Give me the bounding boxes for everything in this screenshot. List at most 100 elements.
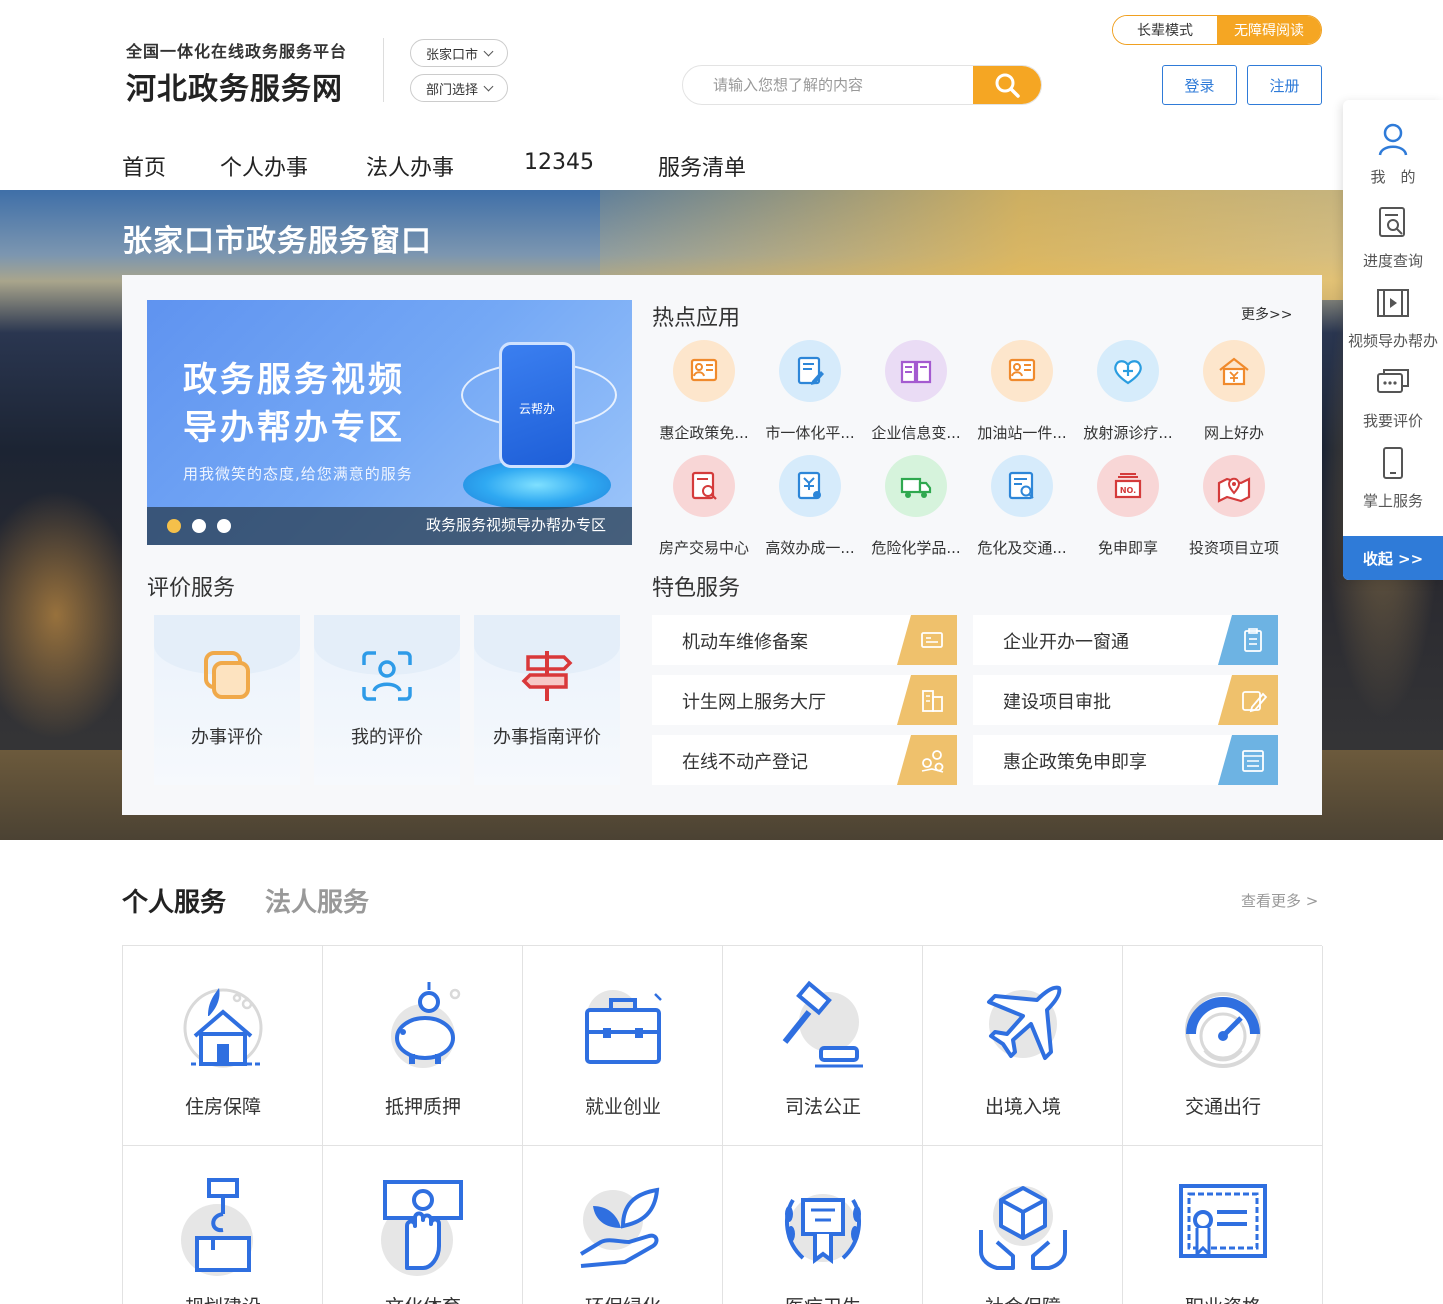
chevron-down-icon [483, 81, 494, 91]
eval-card-label: 办事评价 [191, 727, 263, 748]
eval-card-mine[interactable]: 我的评价 [314, 615, 460, 785]
carousel-headline-2: 导办帮办专区 [183, 408, 405, 448]
search-button[interactable] [973, 66, 1041, 104]
service-category-tile[interactable]: 交通出行 [1123, 946, 1323, 1146]
search-input[interactable] [683, 66, 973, 104]
list-doc-icon [1218, 735, 1278, 785]
service-category-tile[interactable]: 司法公正 [723, 946, 923, 1146]
hot-app-item[interactable]: 加油站一件... [970, 340, 1074, 443]
pen-edit-icon [1218, 675, 1278, 725]
nav-item-service-list[interactable]: 服务清单 [658, 150, 746, 182]
nav-item-home[interactable]: 首页 [122, 150, 220, 182]
service-category-tile[interactable]: 就业创业 [523, 946, 723, 1146]
service-category-tile[interactable]: 职业资格 [1123, 1146, 1323, 1304]
featured-service-label: 建设项目审批 [1003, 692, 1111, 713]
open-book-icon [885, 340, 947, 402]
featured-service-item[interactable]: 企业开办一窗通 [973, 615, 1278, 665]
hot-app-label: 惠企政策免... [659, 424, 749, 442]
eval-card-guide[interactable]: 办事指南评价 [474, 615, 620, 785]
service-category-label: 社会保障 [923, 1292, 1123, 1304]
featured-service-item[interactable]: 机动车维修备案 [652, 615, 957, 665]
hot-app-item[interactable]: 投资项目立项 [1182, 455, 1286, 558]
carousel-dot-3[interactable] [217, 519, 231, 533]
eval-card-handling[interactable]: 办事评价 [154, 615, 300, 785]
main-nav: 首页 个人办事 法人办事 12345 服务清单 [122, 150, 746, 182]
hot-app-item[interactable]: 网上好办 [1182, 340, 1286, 443]
doc-search-icon [1379, 207, 1405, 237]
service-category-label: 交通出行 [1184, 1096, 1261, 1118]
sidebar-item-video-guide[interactable]: 视频导办帮办 [1343, 286, 1443, 351]
service-category-tile[interactable]: 出境入境 [923, 946, 1123, 1146]
elder-mode-button[interactable]: 长辈模式 [1113, 16, 1217, 44]
carousel-dot-1[interactable] [167, 519, 181, 533]
search-icon [995, 73, 1020, 98]
nav-item-hotline[interactable]: 12345 [524, 150, 658, 182]
nav-item-legal[interactable]: 法人办事 [366, 150, 524, 182]
service-category-label: 出境入境 [984, 1096, 1061, 1118]
site-logo[interactable]: 全国一体化在线政务服务平台 河北政务服务网 [126, 38, 347, 108]
service-category-tile[interactable]: 医疗卫生 [723, 1146, 923, 1304]
video-guide-carousel[interactable]: 政务服务视频 导办帮办专区 用我微笑的态度,给您满意的服务 云帮办 政务服务视频… [147, 300, 632, 545]
service-category-tile[interactable]: 住房保障 [123, 946, 323, 1146]
service-category-tile[interactable]: 环保绿化 [523, 1146, 723, 1304]
service-category-tile[interactable]: 文化体育 [323, 1146, 523, 1304]
hot-app-label: 免申即享 [1097, 539, 1158, 557]
hot-app-item[interactable]: 惠企政策免... [652, 340, 756, 443]
featured-service-item[interactable]: 计生网上服务大厅 [652, 675, 957, 725]
login-button[interactable]: 登录 [1162, 65, 1237, 105]
tab-personal-services[interactable]: 个人服务 [122, 882, 226, 919]
hot-app-item[interactable]: 危险化学品... [864, 455, 968, 558]
hot-app-label: 危化及交通... [977, 539, 1067, 557]
truck-icon [885, 455, 947, 517]
nav-item-personal[interactable]: 个人办事 [220, 150, 366, 182]
register-button[interactable]: 注册 [1247, 65, 1322, 105]
featured-service-label: 企业开办一窗通 [1003, 632, 1129, 653]
see-more-link[interactable]: 查看更多 > [1241, 890, 1318, 911]
hot-app-item[interactable]: 放射源诊疗... [1076, 340, 1180, 443]
featured-service-item[interactable]: 惠企政策免申即享 [973, 735, 1278, 785]
site-name: 河北政务服务网 [126, 72, 343, 107]
department-select[interactable]: 部门选择 [410, 74, 508, 102]
service-category-label: 环保绿化 [523, 1292, 723, 1304]
featured-service-item[interactable]: 在线不动产登记 [652, 735, 957, 785]
city-select[interactable]: 张家口市 [410, 39, 508, 67]
department-select-label: 部门选择 [425, 82, 478, 98]
hot-app-item[interactable]: 房产交易中心 [652, 455, 756, 558]
sidebar-item-evaluate[interactable]: 我要评价 [1343, 366, 1443, 431]
hot-app-label: 放射源诊疗... [1083, 424, 1173, 442]
carousel-caption: 政务服务视频导办帮办专区 [425, 516, 606, 534]
hot-app-item[interactable]: 高效办成一... [758, 455, 862, 558]
person-card-icon [673, 340, 735, 402]
phone-icon [1383, 447, 1403, 479]
hot-app-label: 高效办成一... [765, 539, 855, 557]
tab-legal-services[interactable]: 法人服务 [265, 882, 369, 919]
sidebar-item-mine[interactable]: 我 的 [1343, 122, 1443, 187]
gavel-icon [782, 980, 863, 1068]
airplane-icon [987, 985, 1062, 1060]
carousel-dot-2[interactable] [192, 519, 206, 533]
reading-mode-toggle: 长辈模式 无障碍阅读 [1112, 15, 1322, 45]
sidebar-collapse-button[interactable]: 收起 >> [1343, 536, 1443, 580]
service-category-tile[interactable]: 社会保障 [923, 1146, 1123, 1304]
laurel-certificate-icon [785, 1194, 861, 1264]
sidebar-item-label: 掌上服务 [1362, 492, 1423, 510]
service-category-tile[interactable]: 抵押质押 [323, 946, 523, 1146]
hot-app-item[interactable]: 危化及交通... [970, 455, 1074, 558]
hot-app-item[interactable]: NO. 免申即享 [1076, 455, 1180, 558]
accessible-reading-button[interactable]: 无障碍阅读 [1217, 16, 1321, 44]
featured-service-label: 机动车维修备案 [682, 632, 808, 653]
hot-apps-title: 热点应用 [652, 306, 741, 331]
service-category-label: 文化体育 [323, 1292, 523, 1304]
film-icon [1377, 289, 1409, 317]
service-category-tile[interactable]: 规划建设 [123, 1146, 323, 1304]
floating-sidebar: 我 的 进度查询 视频导办帮办 我要评价 掌上服务 收起 >> [1343, 100, 1443, 580]
sidebar-item-mobile[interactable]: 掌上服务 [1343, 446, 1443, 511]
featured-service-item[interactable]: 建设项目审批 [973, 675, 1278, 725]
carousel-slogan: 用我微笑的态度,给您满意的服务 [183, 465, 413, 483]
sidebar-item-progress[interactable]: 进度查询 [1343, 206, 1443, 271]
banner-title: 张家口市政务服务窗口 [122, 224, 432, 259]
hot-apps-more-link[interactable]: 更多>> [1241, 304, 1292, 324]
hot-app-item[interactable]: 市一体化平... [758, 340, 862, 443]
hot-app-item[interactable]: 企业信息变... [864, 340, 968, 443]
hot-app-label: 加油站一件... [977, 424, 1067, 442]
